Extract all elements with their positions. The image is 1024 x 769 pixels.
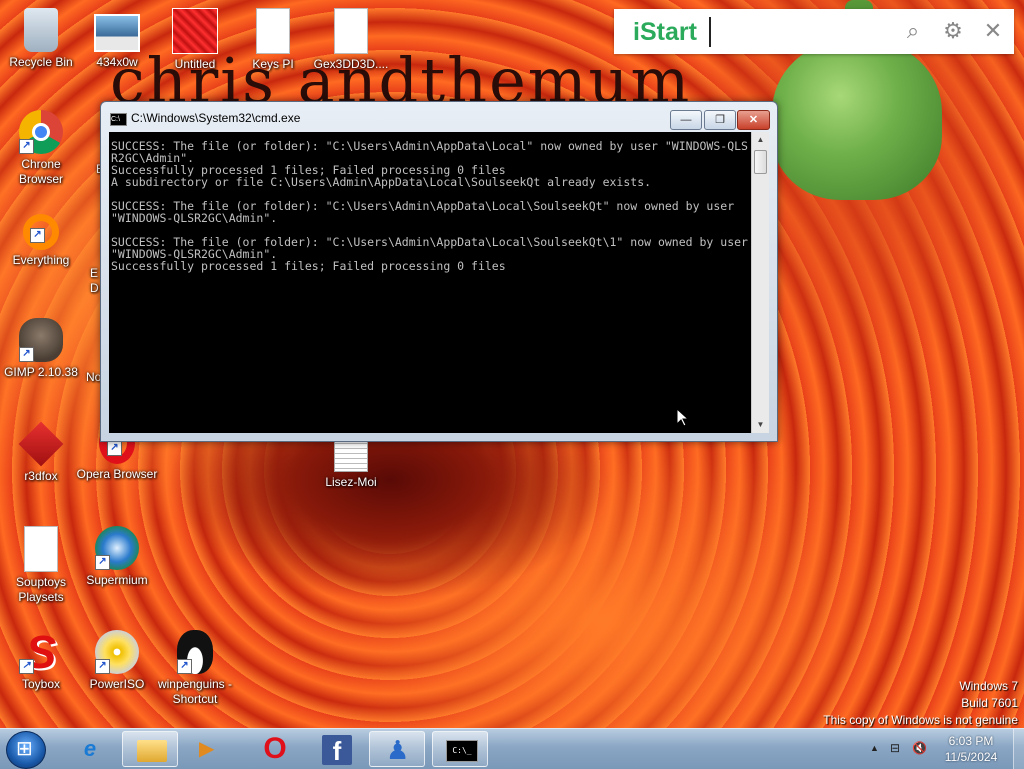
cmd-window: C:\ C:\Windows\System32\cmd.exe — ❐ ✕ SU…	[100, 101, 778, 442]
watermark-line: Build 7601	[961, 696, 1018, 710]
supermium-icon: ↗	[95, 526, 139, 570]
r3dfox-icon	[18, 421, 64, 467]
desktop-icon-label: Keys PI	[252, 57, 294, 71]
desktop-icon-label: Recycle Bin	[9, 55, 73, 69]
desktop-icon-label: Gex3DD3D....	[313, 57, 389, 71]
taskbar-cmd-icon[interactable]	[432, 731, 488, 767]
shortcut-arrow-icon: ↗	[95, 555, 110, 570]
istart-search-input[interactable]	[709, 17, 895, 47]
watermark-line: Windows 7	[959, 679, 1018, 693]
cmd-output-text: SUCCESS: The file (or folder): "C:\Users…	[111, 139, 748, 273]
shortcut-arrow-icon: ↗	[19, 659, 34, 674]
volume-muted-icon[interactable]: 🔇	[912, 741, 927, 755]
desktop-icon-label: Untitled	[174, 57, 216, 71]
penguin-icon: ↗	[177, 630, 213, 674]
taskbar-media-player-icon[interactable]	[182, 731, 238, 767]
desktop-icon-label: Everything	[12, 253, 70, 267]
cmd-window-title: C:\Windows\System32\cmd.exe	[131, 111, 301, 125]
desktop-icon-label: winpenguins - Shortcut	[157, 677, 233, 706]
mouse-cursor-icon	[676, 408, 690, 427]
search-icon[interactable]: ⌕	[899, 17, 927, 45]
scrollbar-thumb[interactable]	[754, 150, 767, 174]
taskbar-internet-explorer-icon[interactable]: e	[62, 731, 118, 767]
desktop-icon-label: Toybox	[21, 677, 61, 691]
minimize-button[interactable]: —	[670, 110, 702, 130]
network-icon[interactable]: ⊟	[890, 741, 900, 755]
cmd-scrollbar[interactable]: ▲ ▼	[751, 132, 769, 433]
shortcut-arrow-icon: ↗	[95, 659, 110, 674]
desktop-icon-souptoys[interactable]: Souptoys Playsets	[0, 526, 82, 605]
image-file-icon	[94, 14, 140, 52]
clock-time: 6:03 PM	[948, 734, 994, 748]
wallpaper-pepper	[772, 40, 942, 200]
shortcut-arrow-icon: ↗	[30, 228, 45, 243]
scroll-up-icon[interactable]: ▲	[752, 132, 769, 148]
desktop-icon-chrone-browser[interactable]: ↗ Chrone Browser	[0, 110, 82, 187]
desktop-icon-everything[interactable]: ↗ Everything	[0, 214, 82, 268]
scroll-down-icon[interactable]: ▼	[752, 417, 769, 433]
maximize-button[interactable]: ❐	[704, 110, 736, 130]
taskbar-opera-icon[interactable]: O	[247, 731, 303, 767]
gear-icon[interactable]: ⚙	[939, 17, 967, 45]
watermark-line: This copy of Windows is not genuine	[823, 713, 1018, 727]
desktop-icon-label: Chrone Browser	[18, 157, 63, 186]
cmd-console[interactable]: SUCCESS: The file (or folder): "C:\Users…	[109, 132, 751, 433]
taskbar-clock[interactable]: 6:03 PM 11/5/2024	[938, 733, 1004, 765]
taskbar: e O ▲ ⊟ 🔇 6:03 PM 11/5/2024	[0, 728, 1024, 769]
desktop-icon-gex3dd3d[interactable]: Gex3DD3D....	[310, 8, 392, 72]
text-document-icon	[334, 438, 368, 472]
istart-logo: iStart	[633, 18, 697, 46]
start-button[interactable]	[6, 731, 46, 769]
desktop-icon-supermium[interactable]: ↗ Supermium	[76, 526, 158, 588]
desktop-icon-label: PowerISO	[89, 677, 145, 691]
shortcut-arrow-icon: ↗	[107, 441, 122, 456]
close-button[interactable]: ✕	[737, 110, 770, 130]
clock-date: 11/5/2024	[944, 750, 998, 764]
desktop-icon-recycle-bin[interactable]: Recycle Bin	[0, 8, 82, 70]
recycle-bin-icon	[24, 8, 58, 52]
desktop-icon-gimp[interactable]: ↗ GIMP 2.10.38	[0, 318, 82, 380]
toybox-s-icon: S ↗	[19, 629, 63, 675]
desktop-icon-winpenguins[interactable]: ↗ winpenguins - Shortcut	[154, 630, 236, 707]
everything-search-icon: ↗	[23, 214, 59, 250]
desktop-icon-poweriso[interactable]: ↗ PowerISO	[76, 630, 158, 692]
taskbar-facebook-icon[interactable]	[307, 731, 363, 767]
gimp-icon: ↗	[19, 318, 63, 362]
taskbar-windows-explorer-icon[interactable]	[122, 731, 178, 767]
shortcut-arrow-icon: ↗	[19, 347, 34, 362]
image-file-icon	[172, 8, 218, 54]
desktop-icon-lisez-moi[interactable]: Lisez-Moi	[310, 438, 392, 490]
document-icon	[334, 8, 368, 54]
desktop-icon-toybox[interactable]: S ↗ Toybox	[0, 629, 82, 692]
document-icon	[256, 8, 290, 54]
desktop-icon-label: Supermium	[86, 573, 148, 587]
cmd-titlebar[interactable]: C:\ C:\Windows\System32\cmd.exe — ❐ ✕	[101, 102, 777, 132]
chrome-icon: ↗	[19, 110, 63, 154]
desktop-icon-label: Opera Browser	[76, 467, 158, 481]
desktop-icon-434x0w[interactable]: 434x0w	[76, 8, 158, 70]
taskbar-messenger-icon[interactable]	[369, 731, 425, 768]
shortcut-arrow-icon: ↗	[177, 659, 192, 674]
desktop-icon-keys-pi[interactable]: Keys PI	[232, 8, 314, 72]
desktop-icon-r3dfox[interactable]: r3dfox	[0, 421, 82, 484]
desktop-icon-untitled[interactable]: Untitled	[154, 8, 236, 72]
show-hidden-icons-icon[interactable]: ▲	[870, 743, 879, 753]
close-icon[interactable]: ✕	[979, 17, 1007, 45]
desktop-icon-label: r3dfox	[24, 469, 58, 483]
desktop-icon-label: 434x0w	[96, 55, 138, 69]
cmd-app-icon[interactable]: C:\	[110, 113, 127, 126]
shortcut-arrow-icon: ↗	[19, 139, 34, 154]
istart-search-bar: iStart ⌕ ⚙ ✕	[614, 9, 1014, 54]
poweriso-disc-icon: ↗	[95, 630, 139, 674]
desktop-icon-label: GIMP 2.10.38	[4, 365, 78, 379]
document-icon	[24, 526, 58, 572]
desktop-icon-label: Souptoys Playsets	[15, 575, 67, 604]
desktop-icon-label: Lisez-Moi	[325, 475, 377, 489]
show-desktop-button[interactable]	[1013, 729, 1024, 769]
windows-watermark: Windows 7 Build 7601 This copy of Window…	[823, 678, 1018, 729]
